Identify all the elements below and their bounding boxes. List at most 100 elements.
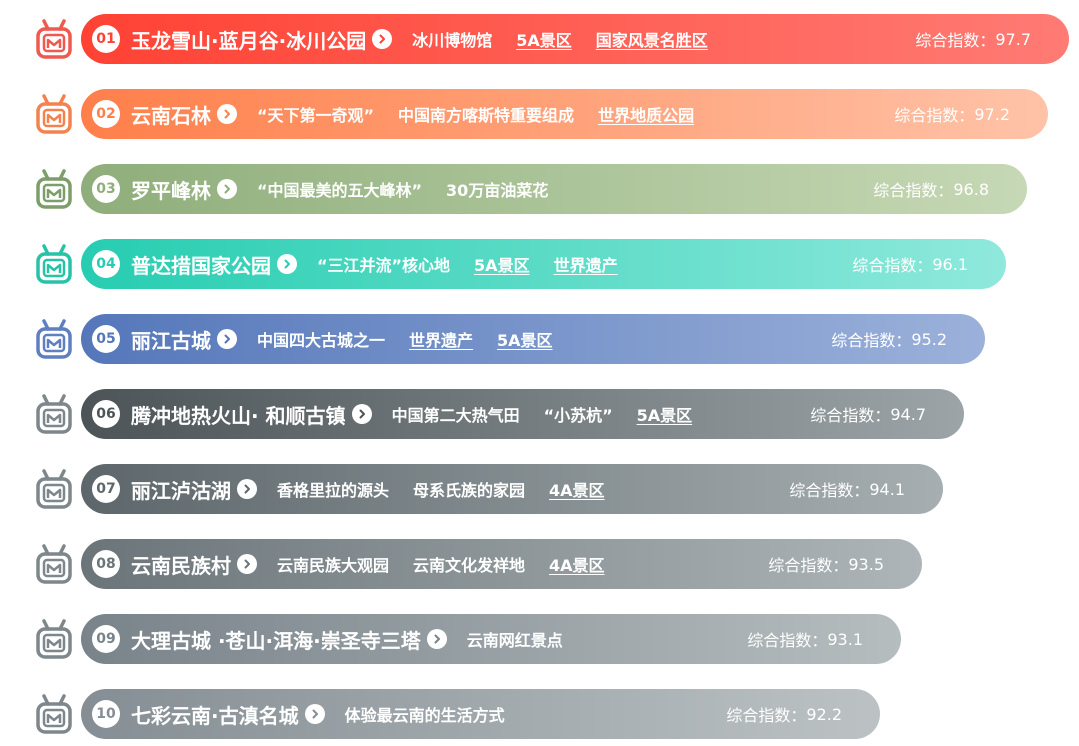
chevron-right-icon[interactable]	[372, 29, 393, 49]
ranking-row[interactable]: 09 大理古城 ·苍山·洱海·崇圣寺三塔 云南网红景点 综合指数： 93.1	[0, 614, 901, 664]
ranking-bar[interactable]: 05 丽江古城 中国四大古城之一 世界遗产 5A景区 综合指数： 95.2	[81, 314, 985, 364]
attraction-name-group[interactable]: 七彩云南·古滇名城 体验最云南的生活方式	[131, 689, 529, 739]
tag-link[interactable]: 世界地质公园	[598, 102, 694, 126]
tag-link[interactable]: 5A景区	[497, 327, 553, 351]
score-value: 94.7	[890, 404, 926, 424]
ranking-bar[interactable]: 06 腾冲地热火山· 和顺古镇 中国第二大热气田 “小苏杭” 5A景区 综合指数： 94.7	[81, 389, 964, 439]
score-value: 96.8	[953, 179, 989, 199]
attraction-name[interactable]: 云南石林	[131, 100, 211, 129]
ranking-bar[interactable]: 08 云南民族村 云南民族大观园 云南文化发祥地 4A景区 综合指数： 93.5	[81, 539, 922, 589]
attraction-name-group[interactable]: 丽江古城 中国四大古城之一 世界遗产 5A景区	[131, 314, 577, 364]
attraction-name-group[interactable]: 腾冲地热火山· 和顺古镇 中国第二大热气田 “小苏杭” 5A景区	[131, 389, 716, 439]
score-label: 综合指数：	[810, 406, 891, 425]
attraction-name-group[interactable]: 丽江泸沽湖 香格里拉的源头 母系氏族的家园 4A景区	[131, 464, 629, 514]
attraction-name-group[interactable]: 罗平峰林 “中国最美的五大峰林” 30万亩油菜花	[131, 164, 572, 214]
ranking-bar[interactable]: 09 大理古城 ·苍山·洱海·崇圣寺三塔 云南网红景点 综合指数： 93.1	[81, 614, 901, 664]
tag-list: 中国四大古城之一 世界遗产 5A景区	[257, 327, 577, 351]
trophy-rank-icon	[35, 319, 73, 359]
attraction-name[interactable]: 丽江泸沽湖	[131, 475, 231, 504]
attraction-name-group[interactable]: 玉龙雪山·蓝月谷·冰川公园 冰川博物馆 5A景区 国家风景名胜区	[131, 14, 732, 64]
ranking-row[interactable]: 08 云南民族村 云南民族大观园 云南文化发祥地 4A景区 综合指数： 93.5	[0, 539, 922, 589]
attraction-name[interactable]: 普达措国家公园	[131, 250, 271, 279]
tag-text: 母系氏族的家园	[413, 481, 526, 500]
score-label: 综合指数：	[852, 256, 933, 275]
tag-text: 体验最云南的生活方式	[344, 706, 505, 725]
chevron-right-icon[interactable]	[351, 404, 372, 424]
attraction-name[interactable]: 罗平峰林	[131, 175, 211, 204]
ranking-row[interactable]: 01 玉龙雪山·蓝月谷·冰川公园 冰川博物馆 5A景区 国家风景名胜区 综合指数： 97.7	[0, 14, 1069, 64]
attraction-name-group[interactable]: 普达措国家公园 “三江并流”核心地 5A景区 世界遗产	[131, 239, 642, 289]
chevron-right-icon[interactable]	[237, 554, 257, 574]
tag-link[interactable]: 4A景区	[549, 477, 605, 501]
ranking-row[interactable]: 07 丽江泸沽湖 香格里拉的源头 母系氏族的家园 4A景区 综合指数： 94.1	[0, 464, 943, 514]
chevron-right-icon[interactable]	[304, 704, 325, 724]
ranking-bar[interactable]: 03 罗平峰林 “中国最美的五大峰林” 30万亩油菜花 综合指数： 96.8	[81, 164, 1027, 214]
ranking-row[interactable]: 06 腾冲地热火山· 和顺古镇 中国第二大热气田 “小苏杭” 5A景区 综合指数： 94.7	[0, 389, 964, 439]
tag-link[interactable]: 4A景区	[549, 552, 605, 576]
trophy-rank-icon	[35, 694, 73, 734]
score-value: 97.7	[995, 29, 1031, 49]
attraction-name[interactable]: 七彩云南·古滇名城	[131, 700, 299, 729]
attraction-name[interactable]: 腾冲地热火山· 和顺古镇	[131, 400, 346, 429]
ranking-row[interactable]: 05 丽江古城 中国四大古城之一 世界遗产 5A景区 综合指数： 95.2	[0, 314, 985, 364]
score-label: 综合指数：	[768, 556, 849, 575]
ranking-bar[interactable]: 01 玉龙雪山·蓝月谷·冰川公园 冰川博物馆 5A景区 国家风景名胜区 综合指数： 97.7	[81, 14, 1069, 64]
ranking-bar[interactable]: 02 云南石林 “天下第一奇观” 中国南方喀斯特重要组成 世界地质公园 综合指数： 97.2	[81, 89, 1048, 139]
attraction-name[interactable]: 大理古城 ·苍山·洱海·崇圣寺三塔	[131, 625, 421, 654]
attraction-name-group[interactable]: 云南石林 “天下第一奇观” 中国南方喀斯特重要组成 世界地质公园	[131, 89, 718, 139]
tag-text: 中国南方喀斯特重要组成	[398, 106, 575, 125]
ranking-bar[interactable]: 04 普达措国家公园 “三江并流”核心地 5A景区 世界遗产 综合指数： 96.1	[81, 239, 1006, 289]
tag-list: “天下第一奇观” 中国南方喀斯特重要组成 世界地质公园	[257, 102, 718, 126]
ranking-row[interactable]: 03 罗平峰林 “中国最美的五大峰林” 30万亩油菜花 综合指数： 96.8	[0, 164, 1027, 214]
chevron-right-icon[interactable]	[217, 179, 237, 199]
tag-link[interactable]: 世界遗产	[554, 252, 618, 276]
ranking-row[interactable]: 02 云南石林 “天下第一奇观” 中国南方喀斯特重要组成 世界地质公园 综合指数： 97.2	[0, 89, 1048, 139]
tag-text: “小苏杭”	[543, 406, 613, 425]
score-label: 综合指数：	[726, 706, 807, 725]
score-label: 综合指数：	[747, 631, 828, 650]
tag-link[interactable]: 国家风景名胜区	[596, 27, 708, 51]
tag-text: 云南网红景点	[466, 631, 563, 650]
attraction-name-group[interactable]: 云南民族村 云南民族大观园 云南文化发祥地 4A景区	[131, 539, 629, 589]
trophy-rank-icon	[35, 394, 73, 434]
tag-text: 30万亩油菜花	[446, 181, 549, 200]
tag-link[interactable]: 世界遗产	[409, 327, 473, 351]
attraction-name-group[interactable]: 大理古城 ·苍山·洱海·崇圣寺三塔 云南网红景点	[131, 614, 587, 664]
ranking-row[interactable]: 10 七彩云南·古滇名城 体验最云南的生活方式 综合指数： 92.2	[0, 689, 880, 739]
chevron-right-icon[interactable]	[426, 629, 447, 649]
composite-score: 综合指数： 97.2	[894, 89, 1010, 139]
attraction-name[interactable]: 云南民族村	[131, 550, 231, 579]
ranking-bar[interactable]: 07 丽江泸沽湖 香格里拉的源头 母系氏族的家园 4A景区 综合指数： 94.1	[81, 464, 943, 514]
composite-score: 综合指数： 96.1	[852, 239, 968, 289]
tag-link[interactable]: 5A景区	[474, 252, 530, 276]
composite-score: 综合指数： 93.1	[747, 614, 863, 664]
composite-score: 综合指数： 95.2	[831, 314, 947, 364]
ranking-bar[interactable]: 10 七彩云南·古滇名城 体验最云南的生活方式 综合指数： 92.2	[81, 689, 880, 739]
tag-text: 云南文化发祥地	[413, 556, 526, 575]
chevron-right-icon[interactable]	[237, 479, 257, 499]
trophy-rank-icon	[35, 19, 73, 59]
chevron-right-icon[interactable]	[217, 104, 237, 124]
tag-list: 中国第二大热气田 “小苏杭” 5A景区	[392, 402, 717, 426]
chevron-right-icon[interactable]	[217, 329, 237, 349]
tag-link[interactable]: 5A景区	[516, 27, 572, 51]
rank-number: 01	[92, 25, 120, 53]
tag-list: “三江并流”核心地 5A景区 世界遗产	[317, 252, 642, 276]
score-value: 95.2	[911, 329, 947, 349]
score-value: 93.5	[848, 554, 884, 574]
tag-link[interactable]: 5A景区	[637, 402, 693, 426]
rank-number: 03	[92, 175, 120, 203]
tag-text: “天下第一奇观”	[257, 106, 375, 125]
composite-score: 综合指数： 96.8	[873, 164, 989, 214]
ranking-row[interactable]: 04 普达措国家公园 “三江并流”核心地 5A景区 世界遗产 综合指数： 96.1	[0, 239, 1006, 289]
rank-number: 09	[92, 625, 120, 653]
trophy-rank-icon	[35, 544, 73, 584]
chevron-right-icon[interactable]	[277, 254, 297, 274]
attraction-name[interactable]: 丽江古城	[131, 325, 211, 354]
attraction-name[interactable]: 玉龙雪山·蓝月谷·冰川公园	[131, 25, 366, 54]
composite-score: 综合指数： 94.7	[810, 389, 926, 439]
score-label: 综合指数：	[894, 106, 975, 125]
composite-score: 综合指数： 92.2	[726, 689, 842, 739]
score-label: 综合指数：	[915, 31, 996, 50]
tag-text: 中国第二大热气田	[391, 406, 520, 425]
